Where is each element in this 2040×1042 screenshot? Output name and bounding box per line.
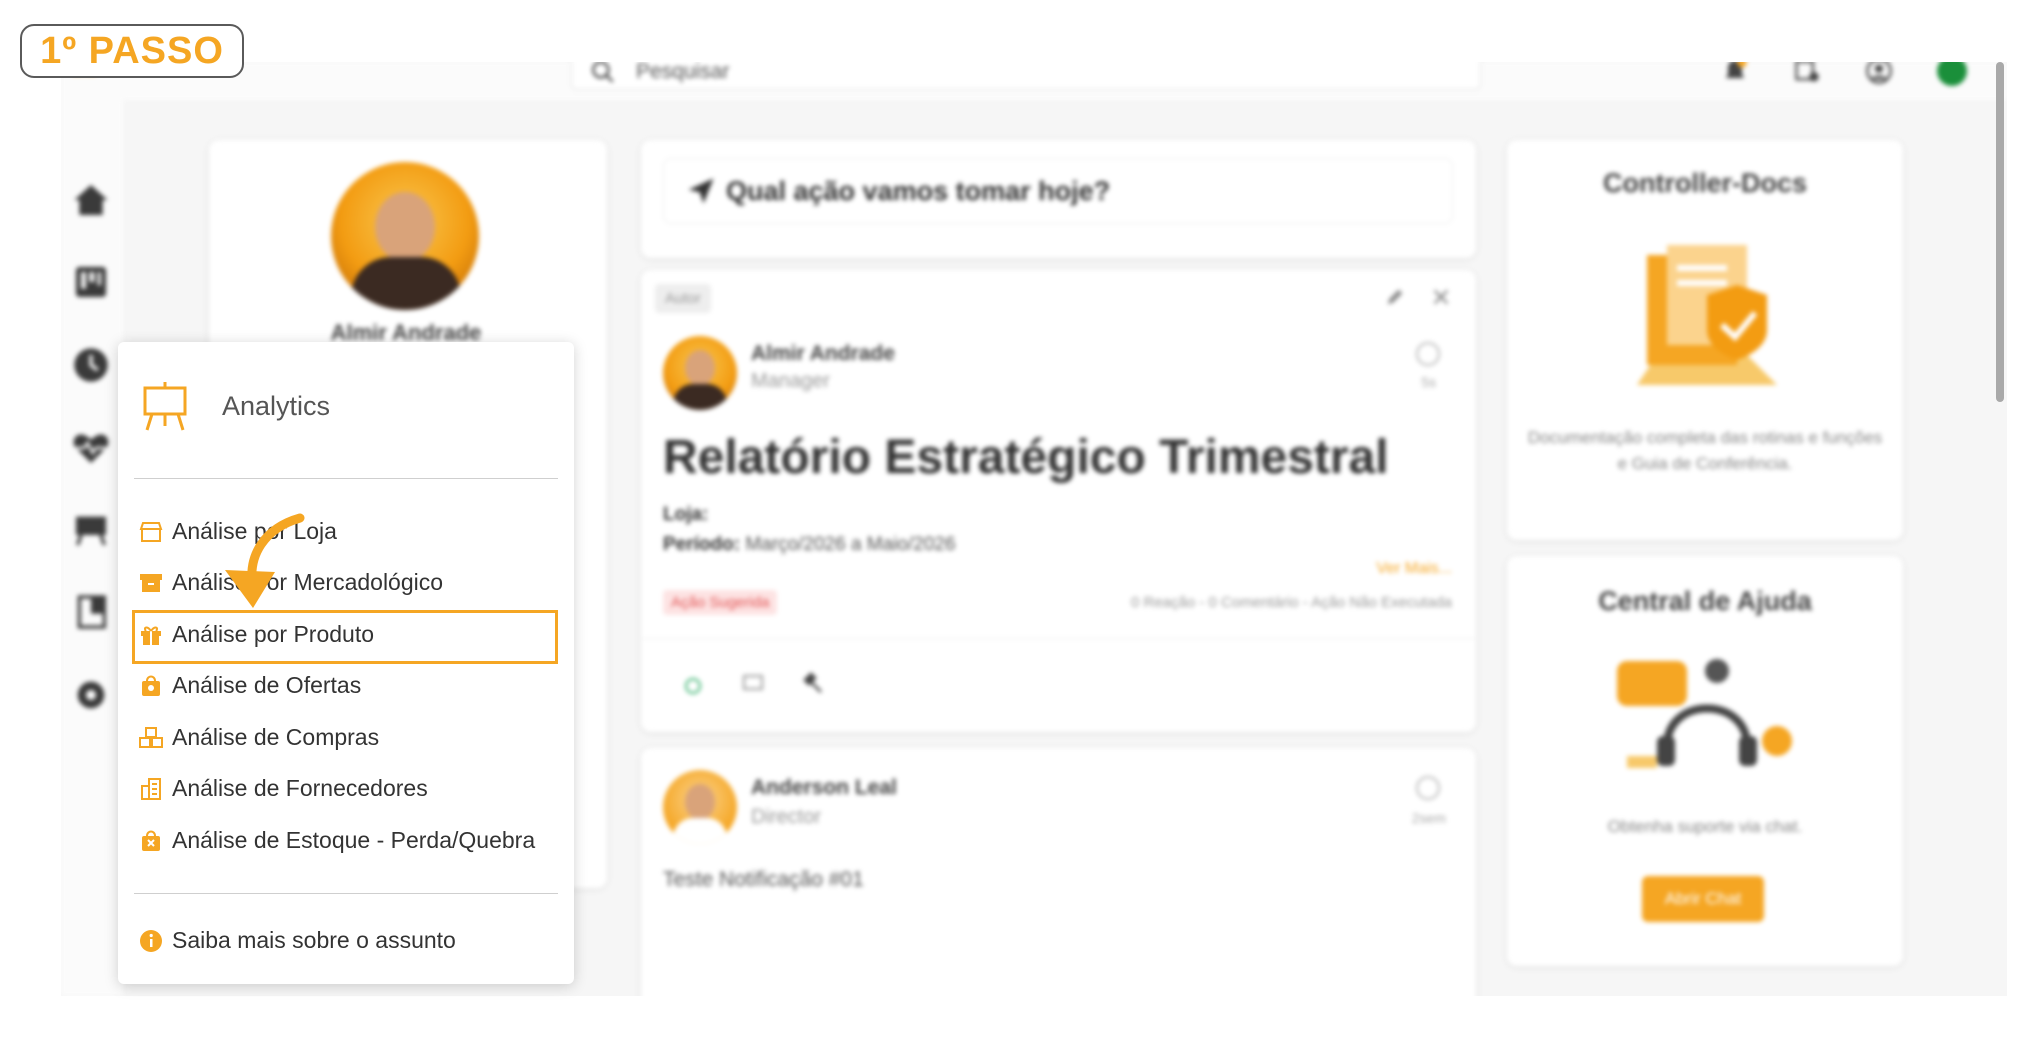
presentation-board-icon (143, 382, 187, 431)
cubes-icon (139, 726, 163, 748)
clock-icon[interactable] (71, 345, 111, 385)
menu-item-label: Análise de Compras (172, 724, 380, 750)
store-line: Loja: (663, 504, 708, 526)
post-divider (641, 638, 1476, 639)
search-icon (592, 62, 614, 83)
suggested-action-badge: Ação Sugerida (663, 590, 778, 615)
menu-item-analise-de-fornecedores[interactable]: Análise de Fornecedores (138, 775, 428, 802)
controller-docs-card[interactable]: Controller-Docs Documentação completa da… (1507, 140, 1903, 540)
shopping-bag-icon (142, 675, 160, 696)
globe-icon-2 (1416, 776, 1440, 800)
user-account-icon[interactable] (1865, 62, 1893, 85)
docs-description: Documentação completa das rotinas e funç… (1527, 428, 1883, 474)
post-title: Relatório Estratégico Trimestral (663, 431, 1389, 484)
period-line: Período: Março/2026 a Maio/2026 (663, 534, 956, 556)
docs-illustration (1637, 245, 1777, 385)
store-icon (139, 521, 163, 542)
calendar-settings-icon[interactable] (1793, 62, 1821, 85)
heart-pulse-icon[interactable] (71, 428, 111, 468)
post-card: Autor Almir Andrade Manager 5s Relatório… (641, 270, 1476, 732)
analytics-menu: Analytics Análise por Loja Análise por M… (118, 342, 574, 984)
post2-time: 2sem (1411, 810, 1446, 826)
post-card-2: Anderson Leal Director 2sem Teste Notifi… (641, 748, 1476, 996)
comment-icon[interactable] (741, 672, 765, 696)
notebook-icon[interactable] (71, 592, 111, 632)
help-center-card: Central de Ajuda Obtenha suporte via cha… (1507, 556, 1903, 966)
settings-gear-icon[interactable] (71, 675, 111, 715)
author-tag: Autor (655, 284, 711, 313)
menu-item-analise-de-estoque[interactable]: Análise de Estoque - Perda/Quebra (138, 827, 535, 854)
search-input[interactable]: Pesquisar (571, 62, 1481, 90)
building-icon (141, 777, 161, 800)
top-bar: Pesquisar (61, 62, 2007, 100)
hammer-icon[interactable] (801, 672, 825, 696)
send-plane-icon (688, 178, 714, 204)
question-text: Qual ação vamos tomar hoje? (726, 175, 1111, 206)
page-scrollbar[interactable] (1996, 62, 2004, 402)
post2-author-role: Director (751, 806, 822, 828)
archive-box-icon (140, 573, 162, 592)
kanban-icon[interactable] (71, 262, 111, 302)
post2-author-avatar (663, 770, 737, 844)
period-label: Período: (663, 534, 741, 555)
menu-item-label: Análise de Ofertas (172, 672, 362, 698)
home-icon[interactable] (71, 180, 111, 220)
post-author-name: Almir Andrade (751, 342, 895, 365)
sidebar (61, 100, 123, 996)
step-label: 1º PASSO (20, 24, 244, 78)
question-card[interactable]: Qual ação vamos tomar hoje? (641, 140, 1476, 258)
menu-item-label: Análise de Estoque - Perda/Quebra (172, 827, 536, 853)
post-meta: 0 Reação - 0 Comentário - Ação Não Execu… (1130, 594, 1452, 611)
support-headset-illustration (1617, 659, 1792, 768)
docs-title: Controller-Docs (1602, 168, 1808, 198)
menu-item-analise-de-compras[interactable]: Análise de Compras (138, 724, 379, 751)
post2-text: Teste Notificação #01 (663, 868, 864, 891)
menu-header: Analytics (140, 380, 330, 432)
post-time: 5s (1421, 374, 1436, 390)
learn-more-label: Saiba mais sobre o assunto (172, 927, 456, 953)
menu-divider-top (134, 478, 558, 479)
gift-icon (141, 626, 161, 645)
globe-icon (1416, 342, 1440, 366)
profile-avatar (331, 162, 479, 310)
status-online-indicator[interactable] (1937, 62, 1967, 86)
pointer-arrow-icon (225, 513, 305, 608)
menu-title: Analytics (222, 390, 331, 421)
see-more-link[interactable]: Ver Mais... (1376, 560, 1452, 578)
open-chat-button[interactable]: Abrir Chat (1642, 876, 1764, 922)
close-icon[interactable] (1430, 286, 1452, 308)
search-placeholder: Pesquisar (636, 62, 730, 83)
store-label: Loja: (663, 504, 709, 525)
post-author-role: Manager (751, 370, 830, 392)
help-title: Central de Ajuda (1598, 586, 1812, 616)
menu-item-label: Análise de Fornecedores (172, 775, 428, 801)
post-author-avatar (663, 336, 737, 410)
learn-more-link[interactable]: Saiba mais sobre o assunto (138, 927, 456, 954)
help-description: Obtenha suporte via chat. (1607, 817, 1803, 836)
menu-divider-bottom (134, 893, 558, 894)
presentation-board-icon[interactable] (71, 510, 111, 550)
bag-x-icon (142, 830, 160, 851)
reaction-icon[interactable] (681, 672, 705, 696)
menu-item-analise-de-ofertas[interactable]: Análise de Ofertas (138, 672, 361, 699)
period-value: Março/2026 a Maio/2026 (745, 534, 956, 555)
info-circle-icon (140, 929, 162, 952)
bell-icon[interactable] (1721, 62, 1749, 85)
edit-pencil-icon[interactable] (1384, 286, 1406, 308)
post2-author-name: Anderson Leal (751, 776, 897, 799)
